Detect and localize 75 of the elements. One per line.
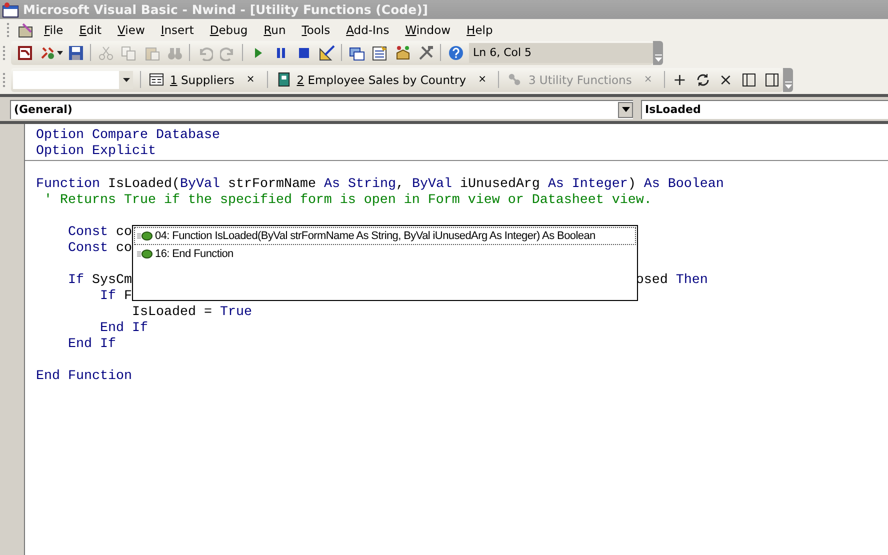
quick-list-item[interactable]: 16: End Function xyxy=(134,245,636,263)
menu-item[interactable]: Add-Ins xyxy=(339,20,396,38)
code-text: ) xyxy=(628,177,637,193)
code-keyword: If xyxy=(66,273,84,289)
code-keyword: Then xyxy=(676,273,708,289)
code-keyword: As Integer xyxy=(548,177,628,193)
code-keyword: End Function xyxy=(36,369,132,385)
copy-icon xyxy=(120,44,136,60)
code-text: F xyxy=(122,289,132,305)
code-keyword: Const xyxy=(66,241,108,257)
clipboard-icon xyxy=(144,44,160,60)
pane-left-icon xyxy=(740,72,757,88)
code-text: co xyxy=(114,241,132,257)
toolbar-button[interactable]: × xyxy=(714,68,738,90)
properties-icon xyxy=(372,44,388,60)
menu-item[interactable]: Run xyxy=(256,20,293,38)
code-editor[interactable] xyxy=(25,124,888,555)
code-keyword: If xyxy=(98,289,116,305)
code-keyword: Function xyxy=(36,177,100,193)
app-icon xyxy=(2,2,20,18)
book-icon xyxy=(276,72,291,87)
menu-item[interactable]: Tools xyxy=(294,20,338,38)
dropdown-button[interactable] xyxy=(119,70,133,88)
code-keyword: Option Compare Database xyxy=(36,128,220,144)
caret-icon[interactable] xyxy=(56,50,64,56)
cursor-position: Ln 6, Col 5 xyxy=(469,42,653,62)
code-keyword: Const xyxy=(66,225,108,241)
menu-item[interactable]: Help xyxy=(460,20,500,38)
menu-item[interactable]: View xyxy=(110,20,152,38)
caret-icon xyxy=(622,107,630,112)
code-keyword: Option Explicit xyxy=(36,144,156,160)
dropdown-button[interactable] xyxy=(618,102,633,118)
redo-icon xyxy=(220,44,236,60)
code-text: SysCm xyxy=(90,273,132,289)
menu-item[interactable]: File xyxy=(37,20,70,38)
menu-item[interactable]: Debug xyxy=(202,20,255,38)
code-comment: ' Returns True if the specified form is open in Form view or Datasheet view. xyxy=(42,193,652,209)
refresh-icon xyxy=(694,72,711,88)
ruler-pencil-icon xyxy=(318,44,334,60)
code-text: , xyxy=(396,177,404,193)
code-text: strFormName xyxy=(226,177,317,193)
code-keyword: End If xyxy=(66,337,116,353)
code-keyword: ByVal xyxy=(180,177,220,193)
form-icon xyxy=(149,72,164,87)
overflow-icon[interactable] xyxy=(654,54,662,62)
menu-item[interactable]: Edit xyxy=(72,20,109,38)
code-text: IsLoaded( xyxy=(106,177,180,193)
code-keyword: True xyxy=(220,305,252,321)
procedure-dropdown[interactable]: IsLoaded xyxy=(641,100,888,118)
code-keyword: ByVal xyxy=(412,177,452,193)
code-text: IsLoaded = xyxy=(130,305,213,321)
code-keyword: As Boolean xyxy=(644,177,724,193)
window-title: Microsoft Visual Basic - Nwind - [Utility Functions (Code)] xyxy=(23,2,428,17)
window-tab[interactable]: 1 Suppliers × xyxy=(144,68,264,90)
quick-list-item[interactable]: 04: Function IsLoaded(ByVal strFormName As String, ByVal iUnusedArg As Integer) As Boolean xyxy=(134,227,636,245)
code-text: iUnusedArg xyxy=(458,177,541,193)
scissors-icon xyxy=(98,44,114,60)
help-icon xyxy=(448,44,464,60)
procedure-icon xyxy=(137,249,153,259)
code-keyword: End If xyxy=(98,321,148,337)
menu-item[interactable]: Window xyxy=(398,20,458,38)
code-keyword: As String xyxy=(324,177,396,193)
pane-right-icon xyxy=(764,72,780,88)
save-icon xyxy=(68,44,84,60)
object-dropdown[interactable]: (General) xyxy=(10,100,633,118)
close-icon[interactable]: × xyxy=(478,74,486,85)
code-text: co xyxy=(114,225,132,241)
close-icon[interactable]: × xyxy=(246,74,255,85)
project-icon xyxy=(348,44,364,60)
toolbar-button[interactable]: + xyxy=(668,68,692,90)
overflow-icon[interactable] xyxy=(784,80,792,88)
procedure-icon xyxy=(137,231,153,241)
caret-icon xyxy=(122,78,130,82)
window-tab[interactable]: 2 Employee Sales by Country × xyxy=(270,68,496,90)
menu-item[interactable]: Insert xyxy=(154,20,201,38)
